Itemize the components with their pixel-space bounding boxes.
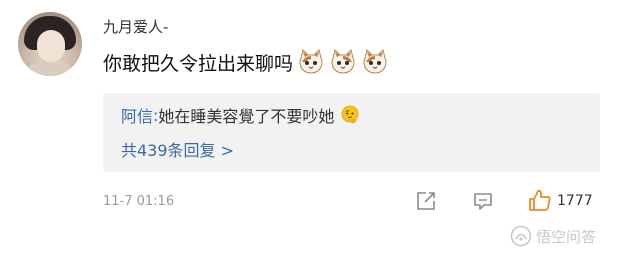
share-icon[interactable]: [415, 190, 437, 212]
watermark: 悟空问答: [510, 225, 596, 247]
comment-text: 你敢把久令拉出来聊吗: [103, 52, 294, 75]
view-all-replies-link[interactable]: 共439条回复 >: [121, 137, 234, 161]
wukong-logo-icon: [510, 225, 532, 247]
comment-text-row: 你敢把久令拉出来聊吗: [103, 48, 389, 76]
avatar-face: [37, 30, 65, 62]
reply-preview[interactable]: 阿信 : 她在睡美容覺了不要吵她 共439条回复 >: [103, 93, 600, 172]
watermark-text: 悟空问答: [536, 227, 597, 246]
reply-author[interactable]: 阿信: [121, 103, 153, 127]
cat-face-icon: [299, 49, 323, 74]
avatar[interactable]: [18, 12, 82, 76]
reply-line: 阿信 : 她在睡美容覺了不要吵她: [121, 103, 360, 127]
cat-face-icon: [331, 49, 355, 74]
reply-text: 她在睡美容覺了不要吵她: [158, 107, 335, 126]
timestamp: 11-7 01:16: [103, 194, 175, 209]
like-icon[interactable]: [527, 187, 553, 213]
username[interactable]: 九月爱人-: [103, 16, 168, 37]
thinking-face-icon: [342, 105, 359, 124]
comment-icon[interactable]: [472, 190, 494, 212]
cat-face-icon: [363, 49, 387, 74]
like-count: 1777: [557, 193, 593, 209]
